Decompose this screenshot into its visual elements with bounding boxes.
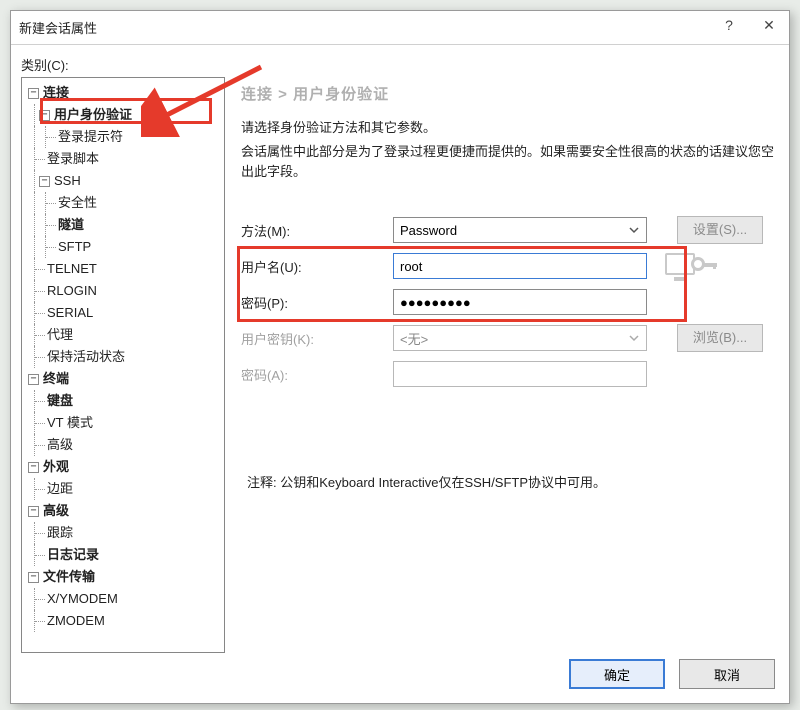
- window-title: 新建会话属性: [19, 18, 97, 37]
- help-icon[interactable]: ?: [709, 11, 749, 39]
- tree-item-telnet[interactable]: TELNET: [22, 258, 224, 280]
- method-combo[interactable]: Password: [393, 217, 647, 243]
- password-input[interactable]: [393, 289, 647, 315]
- category-label: 类别(C):: [21, 55, 781, 74]
- chevron-down-icon: [624, 328, 644, 348]
- username-label: 用户名(U):: [241, 257, 393, 276]
- tree-item-terminal[interactable]: − 终端: [22, 368, 224, 390]
- session-properties-dialog: 新建会话属性 ? ✕ 类别(C): − 连接 − 用户身份验证 登录提示符: [10, 10, 790, 704]
- tree-item-file-transfer[interactable]: − 文件传输: [22, 566, 224, 588]
- tree-item-logging[interactable]: 日志记录: [22, 544, 224, 566]
- tree-item-serial[interactable]: SERIAL: [22, 302, 224, 324]
- titlebar: 新建会话属性 ? ✕: [11, 11, 789, 45]
- tree-item-margin[interactable]: 边距: [22, 478, 224, 500]
- tree-item-xymodem[interactable]: X/YMODEM: [22, 588, 224, 610]
- key-icon: [665, 251, 717, 281]
- tree-item-tunnel[interactable]: 隧道: [22, 214, 224, 236]
- method-label: 方法(M):: [241, 221, 393, 240]
- tree-item-ssh[interactable]: − SSH: [22, 170, 224, 192]
- close-icon[interactable]: ✕: [749, 11, 789, 39]
- breadcrumb: 连接 > 用户身份验证: [241, 83, 781, 104]
- tree-item-login-script[interactable]: 登录脚本: [22, 148, 224, 170]
- tree-item-advanced[interactable]: − 高级: [22, 500, 224, 522]
- tree-item-appearance[interactable]: − 外观: [22, 456, 224, 478]
- description-line1: 请选择身份验证方法和其它参数。: [241, 118, 781, 138]
- tree-item-proxy[interactable]: 代理: [22, 324, 224, 346]
- tree-item-rlogin[interactable]: RLOGIN: [22, 280, 224, 302]
- tree-item-keep-alive[interactable]: 保持活动状态: [22, 346, 224, 368]
- password2-input: [393, 361, 647, 387]
- tree-item-login-prompt[interactable]: 登录提示符: [22, 126, 224, 148]
- tree-item-vt-mode[interactable]: VT 模式: [22, 412, 224, 434]
- chevron-down-icon: [624, 220, 644, 240]
- tree-item-advanced-term[interactable]: 高级: [22, 434, 224, 456]
- dialog-buttons: 确定 取消: [569, 659, 775, 689]
- tree-item-connection[interactable]: − 连接: [22, 82, 224, 104]
- cancel-button[interactable]: 取消: [679, 659, 775, 689]
- window-controls: ? ✕: [709, 11, 789, 39]
- tree-item-keyboard[interactable]: 键盘: [22, 390, 224, 412]
- ok-button[interactable]: 确定: [569, 659, 665, 689]
- userkey-combo: <无>: [393, 325, 647, 351]
- tree-item-sftp[interactable]: SFTP: [22, 236, 224, 258]
- browse-button: 浏览(B)...: [677, 324, 763, 352]
- password2-label: 密码(A):: [241, 365, 393, 384]
- tree-item-zmodem[interactable]: ZMODEM: [22, 610, 224, 632]
- username-input[interactable]: [393, 253, 647, 279]
- tree-item-user-auth[interactable]: − 用户身份验证: [22, 104, 224, 126]
- userkey-label: 用户密钥(K):: [241, 329, 393, 348]
- description-line2: 会话属性中此部分是为了登录过程更便捷而提供的。如果需要安全性很高的状态的话建议您…: [241, 142, 781, 182]
- category-tree[interactable]: − 连接 − 用户身份验证 登录提示符 登录脚本 − SSH: [21, 77, 225, 653]
- password-label: 密码(P):: [241, 293, 393, 312]
- note-text: 注释: 公钥和Keyboard Interactive仅在SSH/SFTP协议中…: [247, 472, 781, 491]
- tree-item-security[interactable]: 安全性: [22, 192, 224, 214]
- tree-item-trace[interactable]: 跟踪: [22, 522, 224, 544]
- settings-button: 设置(S)...: [677, 216, 763, 244]
- settings-pane: 连接 > 用户身份验证 请选择身份验证方法和其它参数。 会话属性中此部分是为了登…: [235, 77, 781, 653]
